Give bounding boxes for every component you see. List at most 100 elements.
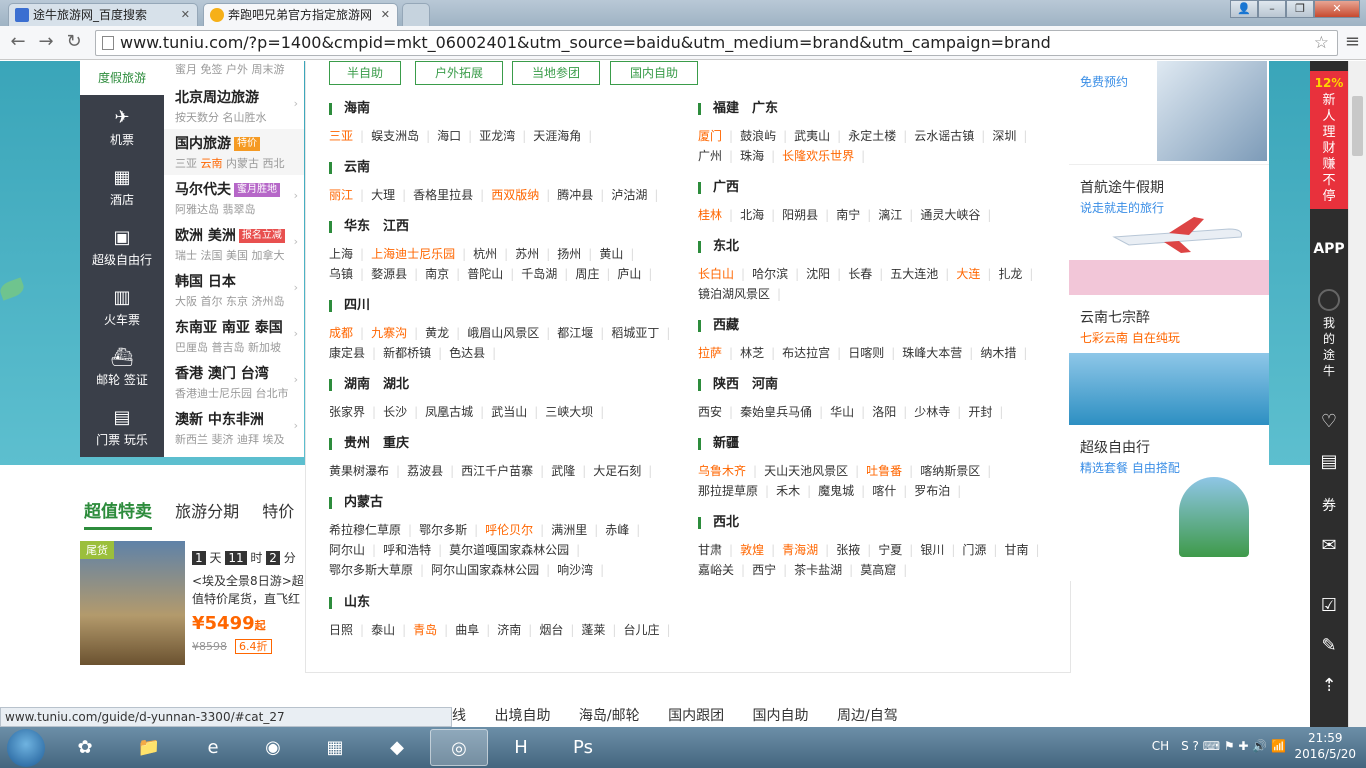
app-icon-blue[interactable]: ◆: [368, 729, 426, 766]
place-link[interactable]: 峨眉山风景区: [467, 323, 557, 343]
place-link[interactable]: 凤凰古城: [425, 402, 491, 422]
place-link[interactable]: 云水谣古镇: [914, 126, 992, 146]
place-link[interactable]: 沈阳: [806, 264, 848, 284]
place-link[interactable]: 阳朔县: [782, 205, 836, 225]
place-link[interactable]: 庐山: [617, 264, 659, 284]
place-link[interactable]: 千岛湖: [521, 264, 575, 284]
maximize-button[interactable]: ❐: [1286, 0, 1314, 18]
subnav-item[interactable]: 国内跟团: [668, 708, 724, 724]
category-item-domestic[interactable]: 国内旅游 特价 三亚 云南 内蒙古 西北: [164, 129, 304, 175]
tag-button[interactable]: 当地参团: [512, 61, 600, 85]
minimize-button[interactable]: –: [1258, 0, 1286, 18]
deal-card[interactable]: 尾货 1 天 11 时 2 分 <埃及全景8日游>超值特价尾货，直飞红 ¥549…: [80, 541, 305, 665]
place-link[interactable]: 普陀山: [467, 264, 521, 284]
place-link[interactable]: 拉萨: [698, 343, 740, 363]
place-link[interactable]: 亚龙湾: [479, 126, 533, 146]
calculator-icon[interactable]: ▦: [306, 729, 364, 766]
category-sub-highlight[interactable]: 云南: [201, 157, 223, 170]
chrome-icon[interactable]: ◎: [430, 729, 488, 766]
category-item[interactable]: 蜜月 免签 户外 周末游: [164, 61, 304, 83]
place-link[interactable]: 三峡大坝: [545, 402, 611, 422]
place-link[interactable]: 泸沽湖: [611, 185, 665, 205]
close-tab-icon[interactable]: ✕: [181, 4, 190, 26]
file-explorer-icon[interactable]: 📁: [120, 729, 178, 766]
page-scrollbar[interactable]: [1348, 61, 1366, 727]
category-item[interactable]: 澳新 中东非洲 新西兰 斐济 迪拜 埃及 ›: [164, 405, 304, 451]
html-editor-icon[interactable]: H: [492, 729, 550, 766]
place-link[interactable]: 南宁: [836, 205, 878, 225]
nav-item-cruise-visa[interactable]: ⛴ 邮轮 签证: [80, 337, 164, 397]
browser-tab-baidu[interactable]: 途牛旅游网_百度搜索 ✕: [8, 3, 198, 26]
start-button[interactable]: [7, 729, 45, 767]
place-link[interactable]: 日喀则: [848, 343, 902, 363]
place-link[interactable]: 纳木措: [980, 343, 1034, 363]
nav-item-flights[interactable]: ✈ 机票: [80, 97, 164, 157]
photoshop-icon[interactable]: Ps: [554, 729, 612, 766]
place-link[interactable]: 上海: [329, 244, 371, 264]
place-link[interactable]: 武当山: [491, 402, 545, 422]
place-link[interactable]: 长沙: [383, 402, 425, 422]
place-link[interactable]: 丽江: [329, 185, 371, 205]
place-link[interactable]: 周庄: [575, 264, 617, 284]
place-link[interactable]: 长隆欢乐世界: [782, 146, 872, 166]
promo-card[interactable]: 云南七宗醉 七彩云南 自在纯玩: [1069, 295, 1269, 425]
place-link[interactable]: 洛阳: [872, 402, 914, 422]
ie-browser-icon[interactable]: e: [184, 729, 242, 766]
tag-button[interactable]: 国内自助: [610, 61, 698, 85]
place-link[interactable]: 扬州: [557, 244, 599, 264]
subnav-item[interactable]: 出境自助: [494, 708, 550, 724]
nav-item-hotel[interactable]: ▦ 酒店: [80, 157, 164, 217]
place-link[interactable]: 少林寺: [914, 402, 968, 422]
coupon-button[interactable]: 券: [1310, 495, 1348, 515]
mail-icon[interactable]: ✉: [1310, 535, 1348, 556]
forward-arrow-icon[interactable]: →: [34, 31, 58, 55]
ime-indicator[interactable]: CH: [1152, 739, 1169, 753]
category-item[interactable]: 马尔代夫 蜜月胜地 阿雅达岛 翡翠岛 ›: [164, 175, 304, 221]
place-link[interactable]: 镜泊湖风景区: [698, 284, 788, 304]
place-link[interactable]: 天涯海角: [533, 126, 599, 146]
nav-item-tickets[interactable]: ▤ 门票 玩乐: [80, 397, 164, 457]
app-icon-color[interactable]: ✿: [56, 729, 114, 766]
back-to-top-icon[interactable]: ⇡: [1310, 675, 1348, 696]
subnav-item[interactable]: 国内自助: [753, 708, 809, 724]
new-tab-button[interactable]: [402, 3, 430, 26]
place-link[interactable]: 鼓浪屿: [740, 126, 794, 146]
category-item[interactable]: 北京周边旅游 按天数分 名山胜水 ›: [164, 83, 304, 129]
place-link[interactable]: 乌镇: [329, 264, 371, 284]
place-link[interactable]: 通灵大峡谷: [920, 205, 998, 225]
place-link[interactable]: 成都: [329, 323, 371, 343]
place-link[interactable]: 华山: [830, 402, 872, 422]
subnav-item[interactable]: 周边/自驾: [837, 708, 898, 724]
finance-ad[interactable]: 12% 新人理财赚不停: [1310, 71, 1348, 209]
place-link[interactable]: 桂林: [698, 205, 740, 225]
place-link[interactable]: 都江堰: [557, 323, 611, 343]
place-link[interactable]: 上海迪士尼乐园: [371, 244, 473, 264]
deal-title[interactable]: <埃及全景8日游>超值特价尾货，直飞红: [192, 572, 305, 608]
browser-tab-tuniu[interactable]: 奔跑吧兄弟官方指定旅游网 ✕: [203, 3, 398, 26]
clock[interactable]: 21:59 2016/5/20: [1294, 730, 1356, 762]
place-link[interactable]: 黄龙: [425, 323, 467, 343]
place-link[interactable]: 扎龙: [998, 264, 1040, 284]
nav-item-vacation[interactable]: 度假旅游: [80, 61, 164, 95]
place-link[interactable]: 长春: [848, 264, 890, 284]
heart-icon[interactable]: ♡: [1310, 411, 1348, 432]
menu-icon[interactable]: ≡: [1345, 31, 1360, 52]
pencil-icon[interactable]: ✎: [1310, 635, 1348, 656]
place-link[interactable]: 厦门: [698, 126, 740, 146]
place-link[interactable]: 蜈支洲岛: [371, 126, 437, 146]
place-link[interactable]: 林芝: [740, 343, 782, 363]
place-link[interactable]: 新都桥镇: [383, 343, 449, 363]
document-icon[interactable]: ▤: [1310, 451, 1348, 472]
place-link[interactable]: 珠海: [740, 146, 782, 166]
place-link[interactable]: 腾冲县: [557, 185, 611, 205]
place-link[interactable]: 广州: [698, 146, 740, 166]
place-link[interactable]: 哈尔滨: [752, 264, 806, 284]
place-link[interactable]: 深圳: [992, 126, 1034, 146]
bookmark-star-icon[interactable]: ☆: [1314, 31, 1329, 55]
place-link[interactable]: 张家界: [329, 402, 383, 422]
place-link[interactable]: 苏州: [515, 244, 557, 264]
my-tuniu-button[interactable]: 我的途牛: [1310, 289, 1348, 379]
category-item[interactable]: 东南亚 南亚 泰国 巴厘岛 普吉岛 新加坡 ›: [164, 313, 304, 359]
place-link[interactable]: 永定土楼: [848, 126, 914, 146]
place-link[interactable]: 武夷山: [794, 126, 848, 146]
